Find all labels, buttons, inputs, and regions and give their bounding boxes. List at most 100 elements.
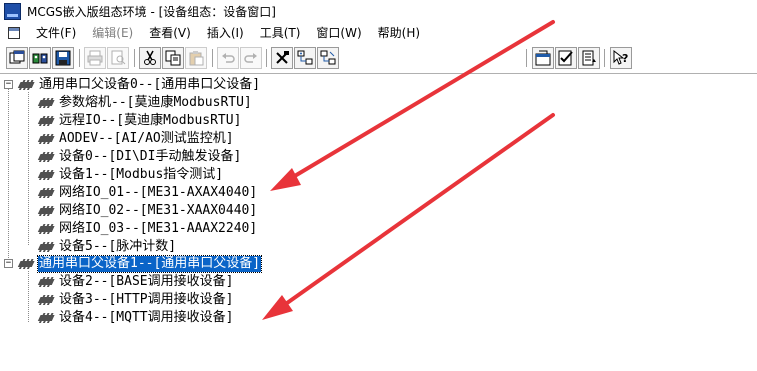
window-title: MCGS嵌入版组态环境 - [设备组态：设备窗口] xyxy=(27,5,276,19)
print-icon xyxy=(87,50,103,66)
menu-tools[interactable]: 工具(T) xyxy=(252,23,309,43)
tree-node-device[interactable]: 设备2--[BASE调用接收设备] xyxy=(36,273,234,290)
collapse-toggle[interactable]: − xyxy=(4,259,13,268)
tree-node-device[interactable]: 设备0--[DI\DI手动触发设备] xyxy=(36,148,242,165)
new-window-button[interactable] xyxy=(6,47,28,69)
tree-node-label: 通用串口父设备1--[通用串口父设备] xyxy=(36,254,263,273)
copy-button[interactable] xyxy=(162,47,184,69)
device-window-button[interactable] xyxy=(29,47,51,69)
tree-node-label: 参数熔机--[莫迪康ModbusRTU] xyxy=(59,94,252,110)
tree-node-device[interactable]: 设备3--[HTTP调用接收设备] xyxy=(36,291,234,308)
device-tree-button[interactable] xyxy=(294,47,316,69)
tree-node-label: 设备3--[HTTP调用接收设备] xyxy=(59,291,234,307)
tree-node-parent-device-0[interactable]: 通用串口父设备0--[通用串口父设备] xyxy=(16,76,261,93)
menu-edit[interactable]: 编辑(E) xyxy=(84,23,141,43)
tree-node-parent-device-1[interactable]: 通用串口父设备1--[通用串口父设备] xyxy=(16,254,263,273)
tree-node-device[interactable]: 设备1--[Modbus指令测试] xyxy=(36,166,224,183)
toolbar: ? xyxy=(0,43,757,74)
tree-node-device[interactable]: AODEV--[AI/AO测试监控机] xyxy=(36,130,235,147)
chip-icon xyxy=(37,205,55,216)
chip-icon xyxy=(37,115,55,126)
tree-node-label: 设备2--[BASE调用接收设备] xyxy=(59,273,234,289)
cut-button[interactable] xyxy=(139,47,161,69)
toolbar-separator xyxy=(134,49,135,67)
mcgs-app-icon xyxy=(4,3,21,20)
tree-node-label: 网络IO_03--[ME31-AAAX2240] xyxy=(59,220,258,236)
tree-node-label: 设备0--[DI\DI手动触发设备] xyxy=(59,148,242,164)
properties-button[interactable] xyxy=(532,47,554,69)
check-button[interactable] xyxy=(555,47,577,69)
undo-icon xyxy=(222,53,235,63)
svg-text:?: ? xyxy=(622,52,628,65)
chip-icon xyxy=(37,294,55,305)
toolbox-icon xyxy=(276,51,289,64)
chip-icon xyxy=(37,223,55,234)
chip-icon xyxy=(37,241,55,252)
tree-node-device[interactable]: 参数熔机--[莫迪康ModbusRTU] xyxy=(36,94,253,111)
tree-node-device[interactable]: 网络IO_01--[ME31-AXAX4040] xyxy=(36,184,258,201)
paste-icon xyxy=(189,51,204,66)
properties-icon xyxy=(535,50,551,66)
tree-node-label: 网络IO_01--[ME31-AXAX4040] xyxy=(59,184,258,200)
menu-insert[interactable]: 插入(I) xyxy=(199,23,252,43)
toolbar-separator xyxy=(266,49,267,67)
list-icon xyxy=(582,50,596,66)
tree-node-device[interactable]: 远程IO--[莫迪康ModbusRTU] xyxy=(36,112,242,129)
device-tree: − − 通用串口父设备0--[通用串口父设备] 参数熔机--[莫迪康Modbus… xyxy=(0,74,757,371)
device-tree-alt-button[interactable] xyxy=(317,47,339,69)
toolbar-separator xyxy=(526,49,527,67)
chip-icon xyxy=(37,169,55,180)
tree-node-label: 通用串口父设备0--[通用串口父设备] xyxy=(39,76,261,92)
collapse-toggle[interactable]: − xyxy=(4,80,13,89)
list-button[interactable] xyxy=(578,47,600,69)
undo-button[interactable] xyxy=(217,47,239,69)
tree-node-label: 设备5--[脉冲计数] xyxy=(59,238,177,254)
menu-bar: 文件(F) 编辑(E) 查看(V) 插入(I) 工具(T) 窗口(W) 帮助(H… xyxy=(0,23,757,43)
menu-file[interactable]: 文件(F) xyxy=(28,23,84,43)
tree-node-label: 网络IO_02--[ME31-XAAX0440] xyxy=(59,202,258,218)
tree-node-label: AODEV--[AI/AO测试监控机] xyxy=(59,130,234,146)
check-icon xyxy=(558,50,573,66)
menu-view[interactable]: 查看(V) xyxy=(141,23,199,43)
tree-node-label: 设备1--[Modbus指令测试] xyxy=(59,166,224,182)
print-button[interactable] xyxy=(84,47,106,69)
toolbox-button[interactable] xyxy=(271,47,293,69)
tree-node-label: 远程IO--[莫迪康ModbusRTU] xyxy=(59,112,242,128)
device-window-icon xyxy=(32,53,48,64)
tree-node-device[interactable]: 网络IO_03--[ME31-AAAX2240] xyxy=(36,220,258,237)
copy-icon xyxy=(165,50,181,66)
save-button[interactable] xyxy=(52,47,74,69)
help-icon: ? xyxy=(613,50,628,65)
menu-help[interactable]: 帮助(H) xyxy=(370,23,428,43)
redo-button[interactable] xyxy=(240,47,262,69)
help-button[interactable]: ? xyxy=(610,47,632,69)
document-window-icon[interactable] xyxy=(8,27,20,39)
chip-icon xyxy=(37,97,55,108)
chip-icon xyxy=(37,151,55,162)
tree-node-label: 设备4--[MQTT调用接收设备] xyxy=(59,309,234,325)
chip-icon xyxy=(17,258,35,269)
toolbar-separator xyxy=(79,49,80,67)
tree-connector xyxy=(28,92,29,245)
print-preview-icon xyxy=(111,50,126,65)
cut-icon xyxy=(144,50,156,65)
chip-icon xyxy=(37,312,55,323)
menu-window[interactable]: 窗口(W) xyxy=(308,23,369,43)
new-window-icon xyxy=(9,50,25,64)
chip-icon xyxy=(37,133,55,144)
title-bar: MCGS嵌入版组态环境 - [设备组态：设备窗口] xyxy=(0,0,757,23)
redo-icon xyxy=(244,53,257,63)
toolbar-separator xyxy=(604,49,605,67)
tree-connector xyxy=(28,271,29,322)
tree-node-device[interactable]: 设备5--[脉冲计数] xyxy=(36,238,177,255)
device-tree-icon xyxy=(297,50,313,65)
chip-icon xyxy=(37,187,55,198)
tree-node-device[interactable]: 设备4--[MQTT调用接收设备] xyxy=(36,309,234,326)
chip-icon xyxy=(17,79,35,90)
chip-icon xyxy=(37,276,55,287)
print-preview-button[interactable] xyxy=(107,47,129,69)
toolbar-separator xyxy=(212,49,213,67)
tree-node-device[interactable]: 网络IO_02--[ME31-XAAX0440] xyxy=(36,202,258,219)
device-tree-alt-icon xyxy=(320,50,336,65)
paste-button[interactable] xyxy=(185,47,207,69)
